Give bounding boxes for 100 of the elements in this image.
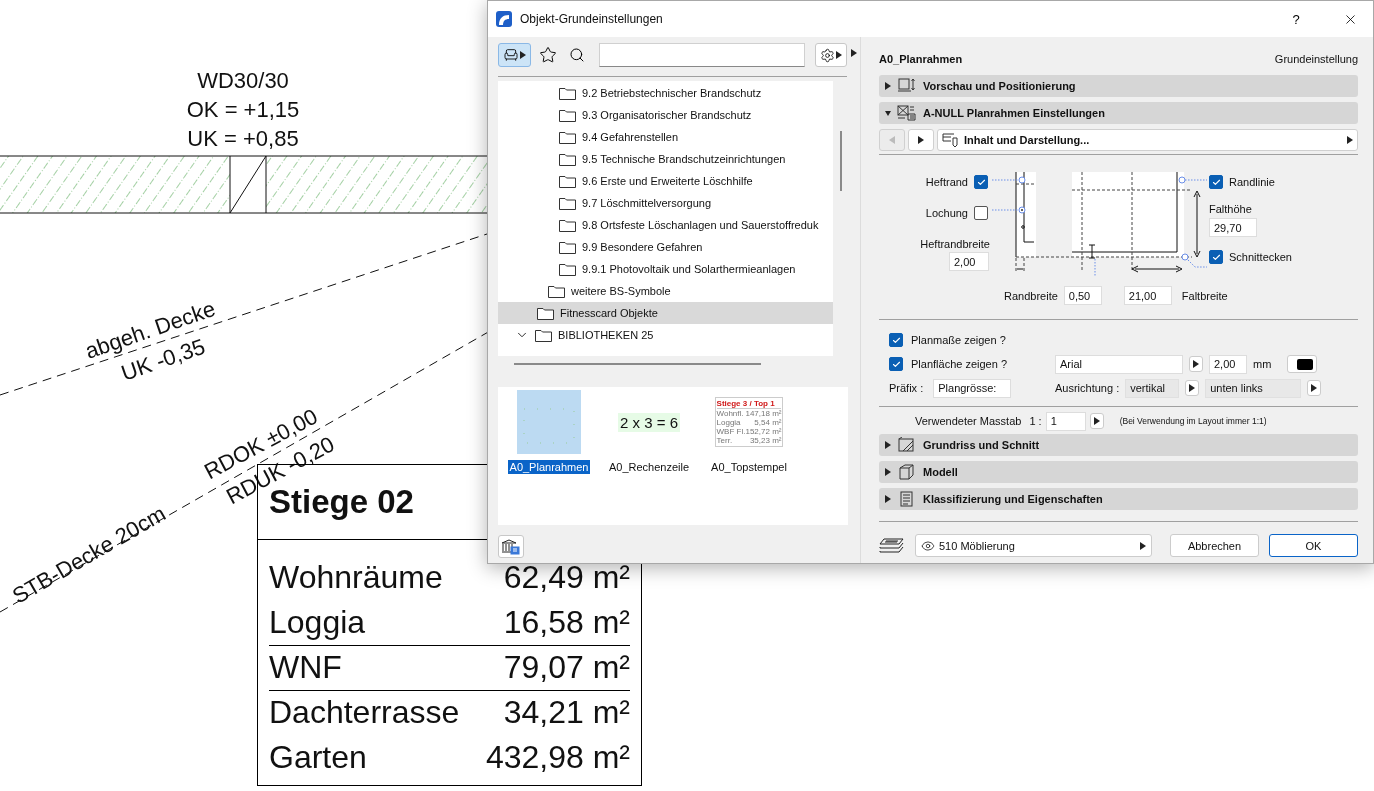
caret-icon [520, 51, 526, 59]
chair-icon [503, 47, 519, 63]
fold-width-field[interactable]: 21,00 [1123, 286, 1172, 305]
arrow-button[interactable] [1307, 380, 1322, 396]
caret-icon [1093, 417, 1100, 425]
library-manager-button[interactable] [498, 535, 524, 558]
field-label: Randbreite [1004, 289, 1058, 302]
caret-icon [1347, 136, 1353, 144]
folder-icon [548, 284, 565, 298]
scale-ratio: 1 : [1029, 415, 1042, 427]
tree-item[interactable]: 9.9.1 Photovoltaik und Solarthermieanlagen [498, 258, 833, 280]
next-button[interactable] [908, 129, 934, 151]
prefix-field[interactable]: Plangrösse: [933, 378, 1012, 398]
fold-height-field[interactable]: 29,70 [1209, 218, 1257, 237]
cube-icon [897, 464, 917, 480]
ok-button[interactable]: OK [1269, 534, 1358, 557]
area-name: Wohnräume [269, 565, 443, 591]
preset-label: Grundeinstellung [1274, 53, 1358, 65]
area-value: 432,98 m² [485, 745, 630, 771]
checkbox-label: Heftrand [925, 176, 968, 188]
checkbox-label: Planfläche zeigen ? [911, 358, 1007, 370]
arrow-button[interactable] [1189, 356, 1203, 372]
folder-icon [535, 328, 552, 342]
caret-icon [885, 109, 891, 117]
section-header[interactable]: Vorschau und Positionierung [879, 75, 1358, 97]
scrollbar[interactable] [514, 363, 761, 365]
checkbox-label: Randlinie [1229, 176, 1275, 188]
alignment-dropdown[interactable]: unten links [1205, 378, 1302, 398]
settings-button[interactable] [815, 43, 847, 67]
library-button[interactable] [498, 43, 531, 67]
tree-item[interactable]: weitere BS-Symbole [498, 280, 833, 302]
size-field[interactable]: 2,00 [1209, 354, 1247, 374]
cancel-button[interactable]: Abbrechen [1170, 534, 1259, 557]
arrow-button[interactable] [1089, 413, 1104, 429]
caret-icon [1140, 541, 1146, 550]
tree-item[interactable]: 9.6 Erste und Erweiterte Löschhilfe [498, 170, 833, 192]
checkbox[interactable] [974, 175, 988, 189]
field-label: Heftrandbreite [920, 238, 991, 250]
binding-width-field[interactable]: 2,00 [949, 252, 989, 271]
scale-field[interactable]: 1 [1045, 411, 1086, 431]
stamp-preview-text: Terr. [716, 436, 733, 445]
help-button[interactable]: ? [1273, 1, 1319, 37]
tree-item[interactable]: 9.3 Organisatorischer Brandschutz [498, 104, 833, 126]
margin-width-field[interactable]: 0,50 [1063, 286, 1102, 305]
preview-icon [897, 78, 917, 94]
object-thumbnail[interactable]: 2 x 3 = 6 A0_Rechenzeile [604, 390, 694, 474]
scrollbar[interactable] [840, 131, 842, 191]
checkbox[interactable] [889, 357, 903, 371]
page-dropdown[interactable]: Inhalt und Darstellung... [937, 129, 1358, 151]
section-header[interactable]: Grundriss und Schnitt [879, 434, 1358, 456]
caret-icon [1189, 384, 1196, 392]
folder-icon [559, 262, 576, 276]
tree-item[interactable]: 9.4 Gefahrenstellen [498, 126, 833, 148]
section-header[interactable]: Modell [879, 461, 1358, 483]
tree-item[interactable]: 9.9 Besondere Gefahren [498, 236, 833, 258]
caret-icon [889, 136, 895, 144]
window-title: Objekt-Grundeinstellungen [520, 12, 664, 26]
folder-icon [559, 218, 576, 232]
scale-label: Verwendeter Masstab [915, 415, 1022, 427]
checkbox-label: Schnittecken [1229, 251, 1292, 263]
field-label: Faltbreite [1181, 289, 1228, 302]
app-logo-icon [496, 11, 512, 27]
section-header[interactable]: A-NULL Planrahmen Einstellungen [879, 102, 1358, 124]
area-name: WNF [269, 655, 342, 681]
checkbox[interactable] [974, 206, 988, 220]
check-icon [1211, 177, 1221, 187]
field-label: Falthöhe [1209, 203, 1253, 215]
checkbox[interactable] [1209, 250, 1223, 264]
checkbox-label: Lochung [925, 207, 968, 219]
eye-icon [921, 538, 935, 553]
layers-icon [879, 536, 905, 555]
tree-item[interactable]: 9.7 Löschmittelversorgung [498, 192, 833, 214]
caret-icon [918, 136, 924, 144]
check-icon [1211, 252, 1221, 262]
object-thumbnail[interactable]: Stiege 3 / Top 1 Wohnfl. 147,18 m² Loggia 5,54 m² WBF Fl.152,72 m² Terr. 35,23 m² A0_Topstempel [704, 390, 794, 474]
checkbox[interactable] [1209, 175, 1223, 189]
stamp-preview-title: Stiege 3 / Top 1 [716, 399, 782, 409]
area-value: 34,21 m² [503, 700, 630, 726]
area-value: 16,58 m² [503, 610, 630, 636]
tree-item[interactable]: BIBLIOTHEKEN 25 [498, 324, 833, 346]
folder-icon [559, 152, 576, 166]
caret-icon [885, 441, 891, 449]
search-field[interactable] [599, 43, 805, 67]
tree-item[interactable]: 9.5 Technische Brandschutzeinrichtungen [498, 148, 833, 170]
tree-item[interactable]: Fitnesscard Objekte [498, 302, 833, 324]
arrow-button[interactable] [1185, 380, 1200, 396]
formula-preview: 2 x 3 = 6 [618, 412, 680, 432]
object-name: A0_Planrahmen [879, 53, 963, 65]
checkbox-label: Planmaße zeigen ? [911, 334, 1006, 346]
tree-item[interactable]: 9.2 Betriebstechnischer Brandschutz [498, 82, 833, 104]
font-field[interactable]: Arial [1055, 354, 1183, 374]
gear-icon [820, 47, 835, 63]
section-header[interactable]: Klassifizierung und Eigenschaften [879, 488, 1358, 510]
layer-dropdown[interactable]: 510 Möblierung [915, 534, 1152, 557]
stamp-preview-text: WBF Fl. [716, 427, 746, 436]
checkbox[interactable] [889, 333, 903, 347]
library-icon [501, 538, 521, 555]
alignment-dropdown[interactable]: vertikal [1125, 378, 1180, 398]
tree-item[interactable]: 9.8 Ortsfeste Löschanlagen und Sauerstoffreduk [498, 214, 833, 236]
color-swatch[interactable] [1287, 355, 1318, 373]
